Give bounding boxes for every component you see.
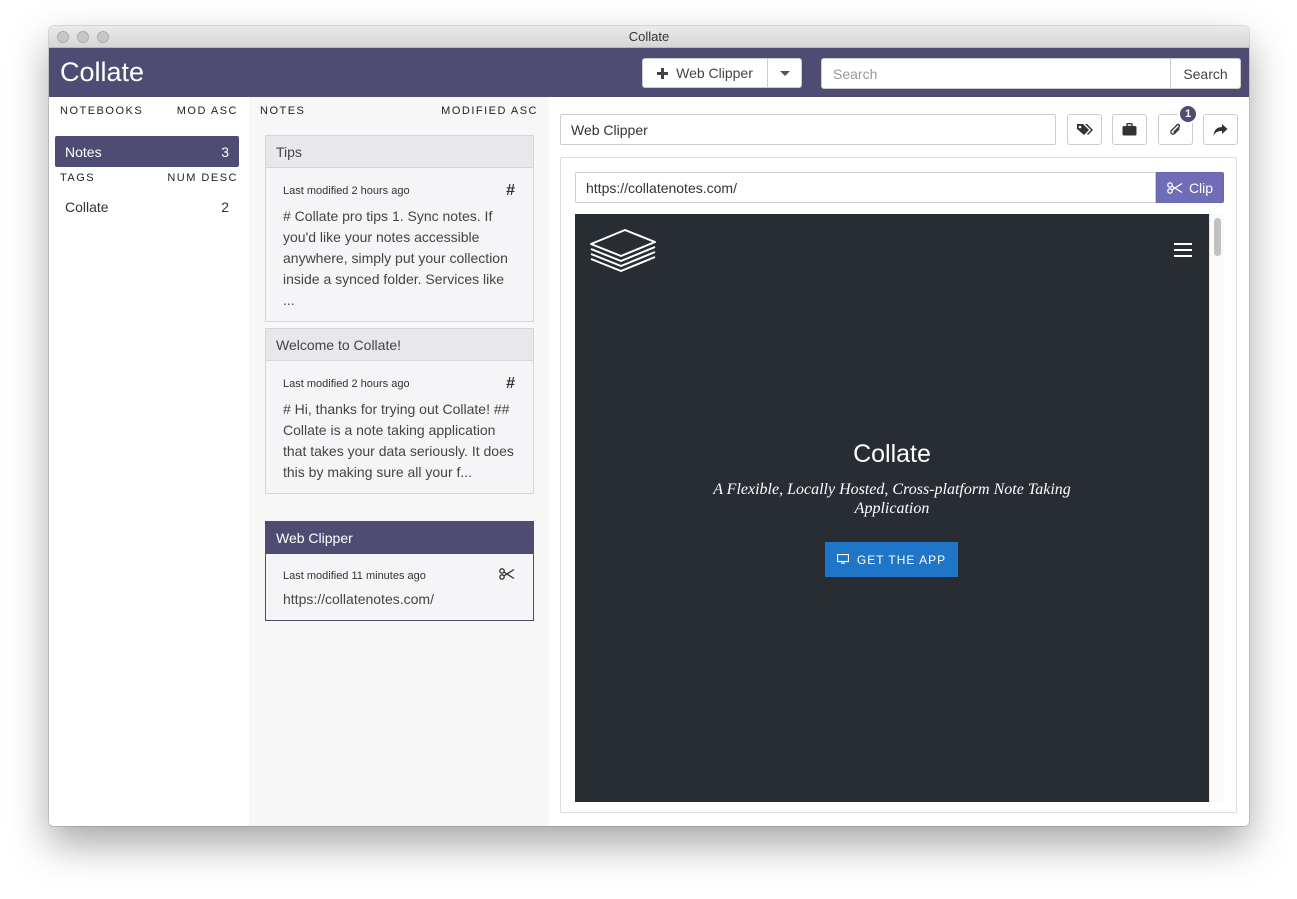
notebooks-header: NOTEBOOKS MOD ASC [49,97,249,117]
note-title: Web Clipper [266,522,533,554]
notes-header: NOTES MODIFIED ASC [249,97,549,117]
note-editor: 1 Clip [549,97,1249,826]
tag-item-collate[interactable]: Collate 2 [55,191,239,222]
search-input[interactable] [821,58,1171,89]
site-menu-icon[interactable] [1174,243,1192,257]
clipped-page-preview: Collate A Flexible, Locally Hosted, Cros… [575,214,1209,802]
tag-count: 2 [221,198,229,215]
share-button[interactable] [1203,114,1238,145]
web-clipper-panel: Clip [560,157,1237,813]
note-title: Welcome to Collate! [266,329,533,361]
notebook-count: 3 [221,143,229,160]
note-excerpt: # Collate pro tips 1. Sync notes. If you… [283,208,508,308]
desktop-icon [836,554,849,564]
close-window-button[interactable] [57,31,69,43]
notes-heading: NOTES [260,105,306,117]
notes-list-panel: NOTES MODIFIED ASC Tips Last modified 2 … [249,97,549,826]
new-note-dropdown-toggle[interactable] [768,59,801,87]
attachments-button[interactable]: 1 [1158,104,1198,145]
plus-icon [657,67,669,79]
note-meta: Last modified 11 minutes ago [266,554,533,583]
site-subtitle: A Flexible, Locally Hosted, Cross-platfo… [713,481,1071,517]
share-arrow-icon [1213,124,1228,136]
search-button[interactable]: Search [1171,58,1241,89]
clip-button-label: Clip [1188,179,1214,196]
note-modified: Last modified 2 hours ago [283,185,410,197]
briefcase-icon [1122,123,1137,136]
note-card-tips[interactable]: Tips Last modified 2 hours ago # # Colla… [265,135,534,322]
minimize-window-button[interactable] [77,31,89,43]
hash-icon: # [506,375,515,392]
site-logo-icon [589,228,657,279]
notebooks-sidebar: NOTEBOOKS MOD ASC Notes 3 TAGS NUM DESC … [49,97,249,826]
new-note-label: Web Clipper [676,65,753,81]
window-titlebar: Collate [49,26,1249,48]
app-header: Collate Web Clipper Search [49,48,1249,97]
caret-down-icon [779,70,790,76]
window-title: Collate [628,29,670,44]
paperclip-icon [1169,123,1180,135]
tags-header: TAGS NUM DESC [49,167,249,184]
search-group: Search [821,58,1241,89]
note-title-input[interactable] [560,114,1056,145]
note-excerpt: # Hi, thanks for trying out Collate! ## … [283,401,514,480]
notebooks-heading: NOTEBOOKS [60,105,144,117]
window-controls [57,31,109,43]
notes-sort-toggle[interactable]: MODIFIED ASC [441,105,538,117]
site-title: Collate [853,440,931,468]
note-modified: Last modified 11 minutes ago [283,569,426,582]
get-the-app-label: GET THE APP [856,552,947,567]
note-card-welcome[interactable]: Welcome to Collate! Last modified 2 hour… [265,328,534,494]
scissors-icon [499,568,515,583]
preview-scrollbar[interactable] [1209,214,1224,802]
attachments-count-badge: 1 [1178,104,1198,124]
scissors-icon [1167,181,1183,194]
note-card-web-clipper[interactable]: Web Clipper Last modified 11 minutes ago… [265,521,534,621]
get-the-app-button[interactable]: GET THE APP [825,542,958,577]
tag-label: Collate [65,198,109,215]
app-brand: Collate [60,57,145,87]
notebooks-sort-toggle[interactable]: MOD ASC [177,105,238,117]
main-content: NOTEBOOKS MOD ASC Notes 3 TAGS NUM DESC … [49,97,1249,826]
note-title: Tips [266,136,533,168]
scrollbar-thumb[interactable] [1214,218,1221,256]
clip-button[interactable]: Clip [1156,172,1224,203]
zoom-window-button[interactable] [97,31,109,43]
notebook-item-notes[interactable]: Notes 3 [55,136,239,167]
new-web-clipper-button[interactable]: Web Clipper [643,59,768,87]
notebook-move-button[interactable] [1112,114,1147,145]
tags-heading: TAGS [60,172,96,184]
tags-icon [1077,124,1093,135]
hash-icon: # [506,182,515,199]
tags-sort-toggle[interactable]: NUM DESC [167,172,238,184]
clip-url-row: Clip [575,172,1224,203]
app-window: Collate Collate Web Clipper Search NOTEB… [49,26,1249,826]
clip-url-input[interactable] [575,172,1156,203]
note-meta: Last modified 2 hours ago # [266,361,533,393]
note-modified: Last modified 2 hours ago [283,378,410,390]
note-meta: Last modified 2 hours ago # [266,168,533,200]
new-note-split-button: Web Clipper [642,58,802,88]
notebook-label: Notes [65,143,102,160]
note-excerpt: https://collatenotes.com/ [283,591,434,607]
tags-button[interactable] [1067,114,1102,145]
